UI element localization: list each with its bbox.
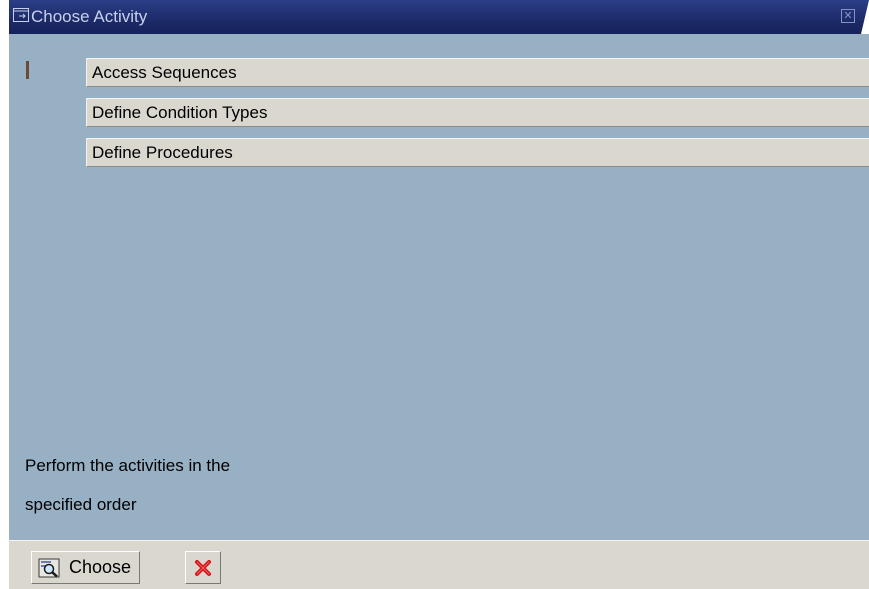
dialog-title: Choose Activity [31,7,148,26]
dialog-footer-toolbar: Choose [9,540,869,589]
window-left-edge [0,0,9,589]
dialog-icon [13,8,29,22]
info-text-line-2: specified order [25,495,137,514]
choose-magnifier-icon [38,558,60,577]
choose-button-label: Choose [69,557,132,577]
activity-access-sequences[interactable]: Access Sequences [86,58,869,87]
cancel-button[interactable] [185,551,221,584]
title-bar[interactable]: Choose Activity ✕ [9,0,869,34]
choose-activity-dialog: Choose Activity ✕ Access Sequences Defin… [0,0,869,589]
activity-define-procedures[interactable]: Define Procedures [86,138,869,167]
info-text-line-1: Perform the activities in the [25,456,231,475]
selection-cursor-marker [26,61,29,79]
close-icon[interactable]: ✕ [841,9,855,23]
choose-button[interactable]: Choose [31,551,141,584]
activity-list-area: Access Sequences Define Condition Types … [9,34,869,542]
cancel-x-icon [195,559,211,576]
activity-define-condition-types[interactable]: Define Condition Types [86,98,869,127]
